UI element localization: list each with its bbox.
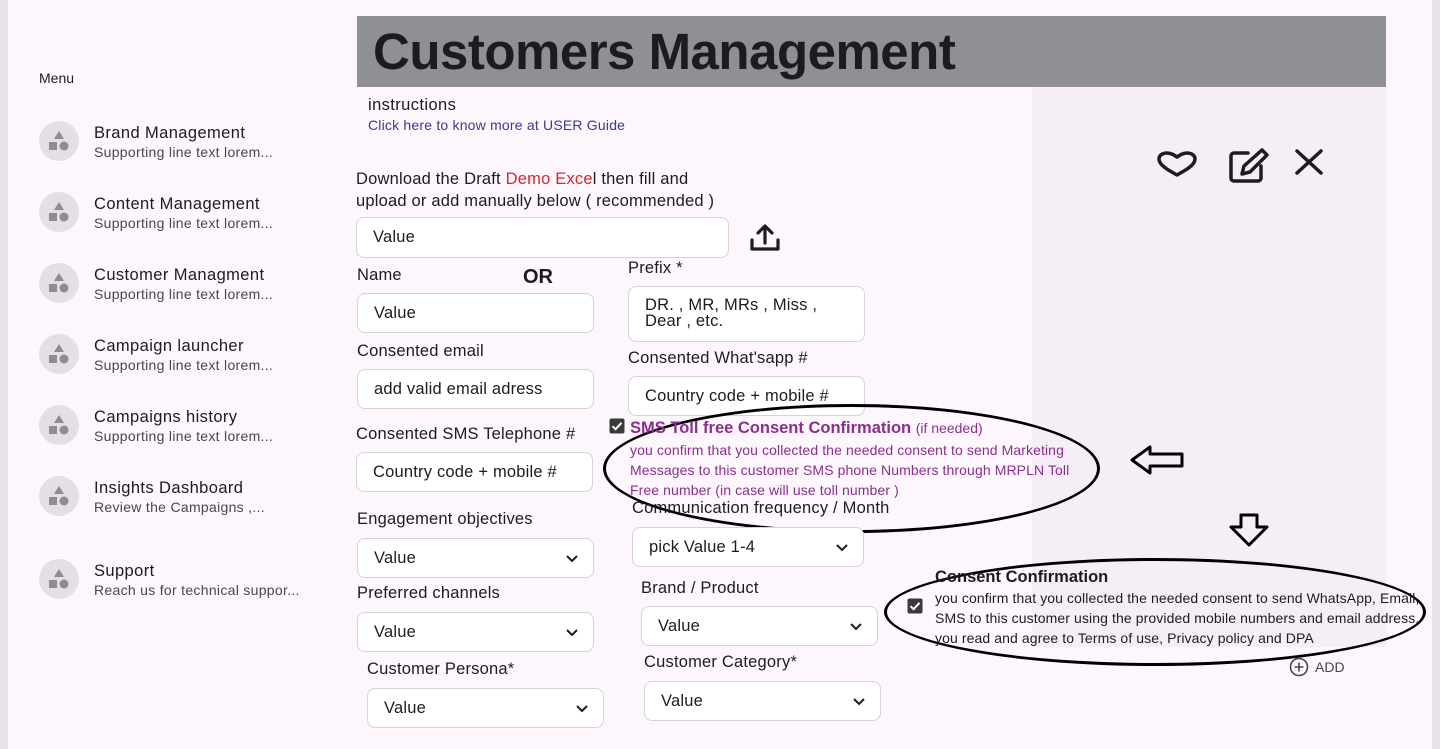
page-header: Customers Management [357,16,1386,87]
brand-value: Value [658,616,700,635]
chevron-down-icon [853,698,865,706]
sms-phone-field[interactable]: Country code + mobile # [356,452,593,492]
sidebar-item-title: Customer Managment [94,266,265,284]
demo-excel-link[interactable]: Demo Exce [506,170,593,188]
close-icon[interactable] [1294,149,1324,175]
name-field[interactable]: Value [357,293,594,333]
sidebar-item-subtitle: Review the Campaigns ,... [94,499,265,515]
window-frame-left [0,0,8,749]
shapes-icon [39,121,79,161]
sidebar-item-subtitle: Supporting line text lorem... [94,215,274,231]
name-label: Name [357,266,402,284]
whatsapp-label: Consented What'sapp # [628,349,808,367]
sidebar-item-content-management[interactable]: Content Management Supporting line text l… [39,192,329,242]
sidebar-item-customer-management[interactable]: Customer Managment Supporting line text l… [39,263,329,313]
download-text-pre: Download the Draft [356,170,506,188]
sidebar-item-subtitle: Supporting line text lorem... [94,428,274,444]
shapes-icon [39,192,79,232]
sms-consent-body: you confirm that you collected the neede… [630,442,1070,498]
prefix-label: Prefix * [628,259,683,277]
chevron-down-icon [576,705,588,713]
sms-phone-label: Consented SMS Telephone # [356,425,576,443]
sms-consent-title: SMS Toll free Consent Confirmation (if n… [630,419,983,438]
sidebar-item-title: Insights Dashboard [94,479,244,497]
add-button-label: ADD [1315,659,1345,675]
shapes-icon [39,476,79,516]
shapes-icon [39,334,79,374]
sidebar-item-support[interactable]: Support Reach us for technical suppor... [39,559,329,609]
sidebar-item-subtitle: Supporting line text lorem... [94,286,274,302]
brand-select[interactable]: Value [641,606,878,646]
add-button[interactable]: ADD [1289,657,1345,677]
brand-label: Brand / Product [641,579,759,597]
sidebar-item-title: Campaign launcher [94,337,244,355]
email-label: Consented email [357,342,484,360]
sms-consent-checkbox[interactable] [609,418,625,434]
user-guide-link[interactable]: Click here to know more at USER Guide [368,117,625,133]
persona-select[interactable]: Value [367,688,604,728]
sidebar-item-campaign-launcher[interactable]: Campaign launcher Supporting line text lo… [39,334,329,384]
download-instructions: Download the Draft Demo Excel then fill … [356,168,736,212]
engagement-select[interactable]: Value [357,538,594,578]
arrow-down-icon [1229,513,1269,547]
email-field[interactable]: add valid email adress [357,369,594,409]
sms-consent-title-text: SMS Toll free Consent Confirmation [630,419,912,437]
chevron-down-icon [566,629,578,637]
shapes-icon [39,405,79,445]
shapes-icon [39,263,79,303]
persona-value: Value [384,698,426,717]
chevron-down-icon [836,544,848,552]
chevron-down-icon [566,555,578,563]
sidebar-item-insights-dashboard[interactable]: Insights Dashboard Review the Campaigns ,… [39,476,329,526]
sidebar-item-title: Support [94,562,155,580]
instructions-title: instructions [368,96,457,114]
consent-title: Consent Confirmation [935,568,1109,586]
category-select[interactable]: Value [644,681,881,721]
channels-label: Preferred channels [357,584,501,602]
sidebar-item-campaigns-history[interactable]: Campaigns history Supporting line text lo… [39,405,329,455]
page-title: Customers Management [373,23,956,80]
consent-checkbox[interactable] [907,598,923,614]
consent-body: you confirm that you collected the neede… [935,590,1420,646]
engagement-value: Value [374,548,416,567]
sidebar-item-subtitle: Supporting line text lorem... [94,144,274,160]
window-frame-right [1432,0,1440,749]
sidebar-item-title: Content Management [94,195,260,213]
menu-label: Menu [39,70,75,86]
heart-icon[interactable] [1156,150,1198,178]
sidebar-item-title: Brand Management [94,124,246,142]
chevron-down-icon [850,623,862,631]
upload-file-field[interactable]: Value [356,217,729,258]
sidebar-item-subtitle: Supporting line text lorem... [94,357,274,373]
prefix-field[interactable]: DR. , MR, MRs , Miss , Dear , etc. [628,286,865,342]
channels-select[interactable]: Value [357,612,594,652]
sidebar-item-brand-management[interactable]: Brand Management Supporting line text lor… [39,121,329,171]
add-circle-icon [1289,657,1309,677]
frequency-value: pick Value 1-4 [649,537,756,556]
shapes-icon [39,559,79,599]
edit-icon[interactable] [1228,148,1270,184]
frequency-select[interactable]: pick Value 1-4 [632,527,864,567]
sms-consent-note: (if needed) [915,420,983,436]
frequency-label: Communication frequency / Month [632,499,890,517]
arrow-left-icon [1130,445,1184,475]
channels-value: Value [374,622,416,641]
sidebar-item-title: Campaigns history [94,408,238,426]
persona-label: Customer Persona* [367,660,515,678]
sidebar-item-subtitle: Reach us for technical suppor... [94,582,300,598]
engagement-label: Engagement objectives [357,510,533,528]
category-value: Value [661,691,703,710]
category-label: Customer Category* [644,653,798,671]
or-label: OR [523,266,553,288]
upload-icon[interactable] [748,223,782,253]
